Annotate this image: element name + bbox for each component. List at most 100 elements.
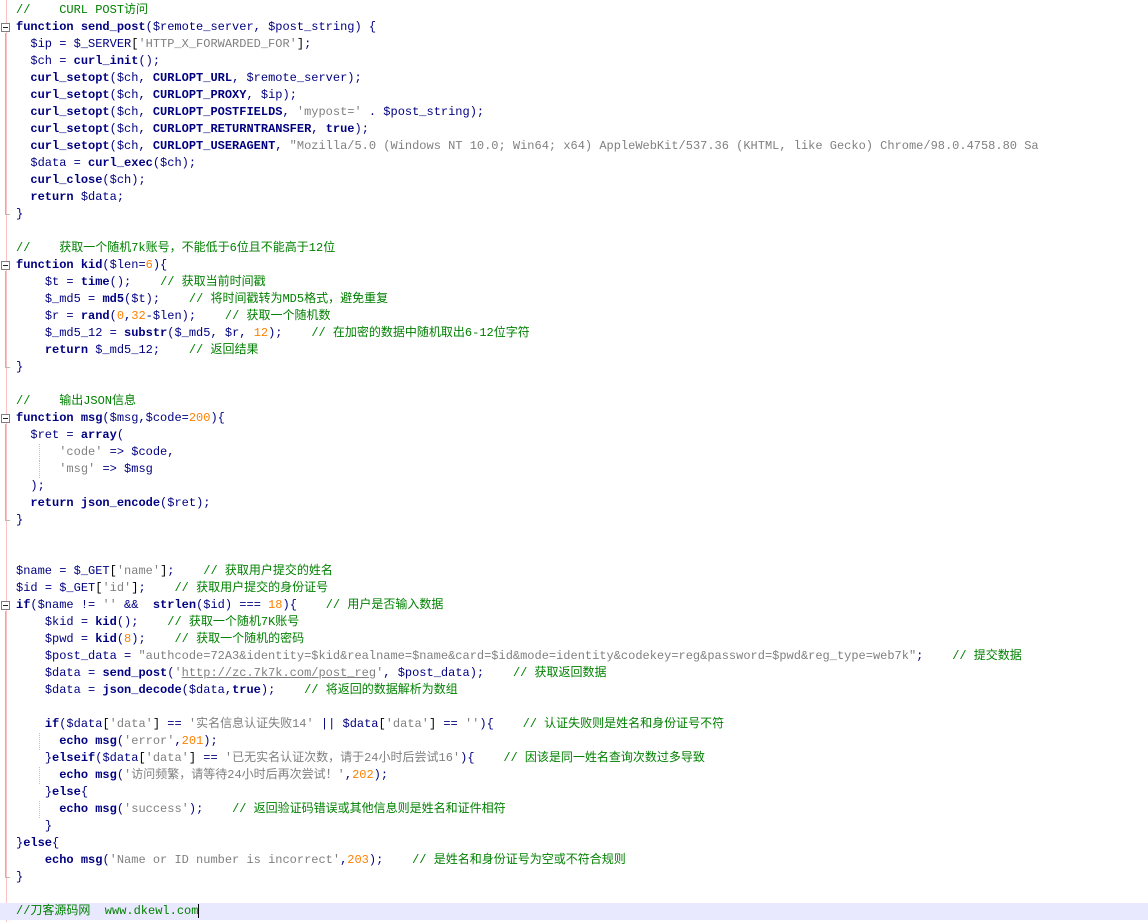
fold-toggle-icon[interactable] <box>1 601 10 610</box>
code-line[interactable]: echo msg('Name or ID number is incorrect… <box>16 852 1148 869</box>
code-line[interactable]: function msg($msg,$code=200){ <box>16 410 1148 427</box>
code-line[interactable]: ); <box>16 478 1148 495</box>
line-text: if($data['data'] == '实名信息认证失败14' || $dat… <box>44 717 725 731</box>
line-text: $ch = curl_init(); <box>30 54 161 68</box>
code-line[interactable]: $_md5 = md5($t); // 将时间戳转为MD5格式，避免重复 <box>16 291 1148 308</box>
code-line[interactable]: curl_setopt($ch, CURLOPT_POSTFIELDS, 'my… <box>16 104 1148 121</box>
code-line[interactable]: if($data['data'] == '实名信息认证失败14' || $dat… <box>16 716 1148 733</box>
fold-guide <box>5 271 6 367</box>
line-text: $_md5 = md5($t); // 将时间戳转为MD5格式，避免重复 <box>44 292 389 306</box>
line-text: $_md5_12 = substr($_md5, $r, 12); // 在加密… <box>44 326 530 340</box>
code-line[interactable]: $data = json_decode($data,true); // 将返回的… <box>16 682 1148 699</box>
comment-line[interactable]: //刀客源码网 www.dkewl.com <box>0 903 1148 920</box>
code-line[interactable]: $ch = curl_init(); <box>16 53 1148 70</box>
blank-line[interactable] <box>16 223 1148 240</box>
code-line[interactable]: echo msg('success'); // 返回验证码错误或其他信息则是姓名… <box>16 801 1148 818</box>
line-text: $name = $_GET['name']; // 获取用户提交的姓名 <box>16 564 333 578</box>
line-text: echo msg('访问频繁，请等待24小时后再次尝试！',202); <box>59 768 389 782</box>
line-text: } <box>44 819 53 833</box>
line-text: function kid($len=6){ <box>16 258 168 272</box>
code-line[interactable]: 'msg' => $msg <box>16 461 1148 478</box>
line-text: ); <box>30 479 45 493</box>
line-text: $t = time(); // 获取当前时间戳 <box>44 275 266 289</box>
code-line[interactable]: } <box>16 512 1148 529</box>
fold-guide <box>5 33 6 214</box>
line-text: echo msg('success'); // 返回验证码错误或其他信息则是姓名… <box>59 802 506 816</box>
indent-guide <box>39 444 40 461</box>
indent-guide <box>39 801 40 818</box>
code-line[interactable]: curl_close($ch); <box>16 172 1148 189</box>
line-text: $ip = $_SERVER['HTTP_X_FORWARDED_FOR']; <box>30 37 312 51</box>
code-line[interactable]: }else{ <box>16 835 1148 852</box>
code-line[interactable]: } <box>16 818 1148 835</box>
code-line[interactable]: $id = $_GET['id']; // 获取用户提交的身份证号 <box>16 580 1148 597</box>
line-text: $id = $_GET['id']; // 获取用户提交的身份证号 <box>16 581 329 595</box>
code-line[interactable]: function send_post($remote_server, $post… <box>16 19 1148 36</box>
code-editor[interactable]: // CURL POST访问 function send_post($remote… <box>0 0 1148 922</box>
code-line[interactable]: return json_encode($ret); <box>16 495 1148 512</box>
code-line[interactable]: } <box>16 869 1148 886</box>
code-line[interactable]: $_md5_12 = substr($_md5, $r, 12); // 在加密… <box>16 325 1148 342</box>
code-line[interactable]: $data = curl_exec($ch); <box>16 155 1148 172</box>
line-text: $data = send_post('http://zc.7k7k.com/po… <box>44 666 607 680</box>
code-line[interactable]: } <box>16 359 1148 376</box>
line-text: } <box>16 513 24 527</box>
line-text: $r = rand(0,32-$len); // 获取一个随机数 <box>44 309 331 323</box>
code-line[interactable]: echo msg('error',201); <box>16 733 1148 750</box>
code-area[interactable]: // CURL POST访问 function send_post($remote… <box>0 2 1148 920</box>
code-line[interactable]: $data = send_post('http://zc.7k7k.com/po… <box>16 665 1148 682</box>
code-line[interactable]: $ret = array( <box>16 427 1148 444</box>
line-text: $kid = kid(); // 获取一个随机7K账号 <box>44 615 300 629</box>
fold-guide <box>5 611 6 877</box>
code-line[interactable]: $post_data = "authcode=72A3&identity=$ki… <box>16 648 1148 665</box>
text-caret <box>198 903 200 918</box>
code-line[interactable]: $kid = kid(); // 获取一个随机7K账号 <box>16 614 1148 631</box>
code-line[interactable]: curl_setopt($ch, CURLOPT_PROXY, $ip); <box>16 87 1148 104</box>
blank-line[interactable] <box>16 546 1148 563</box>
code-line[interactable]: curl_setopt($ch, CURLOPT_RETURNTRANSFER,… <box>16 121 1148 138</box>
fold-gutter[interactable] <box>0 0 12 922</box>
comment-line[interactable]: // 获取一个随机7k账号，不能低于6位且不能高于12位 <box>16 240 1148 257</box>
fold-toggle-icon[interactable] <box>1 23 10 32</box>
comment-line[interactable]: // 输出JSON信息 <box>16 393 1148 410</box>
code-line[interactable]: $t = time(); // 获取当前时间戳 <box>16 274 1148 291</box>
line-text: if($name != '' && strlen($id) === 18){ /… <box>16 598 444 612</box>
line-text: function send_post($remote_server, $post… <box>16 20 377 34</box>
line-text: return $_md5_12; // 返回结果 <box>44 343 259 357</box>
fold-toggle-icon[interactable] <box>1 261 10 270</box>
line-text: curl_setopt($ch, CURLOPT_POSTFIELDS, 'my… <box>30 105 485 119</box>
blank-line[interactable] <box>16 886 1148 903</box>
code-line[interactable]: 'code' => $code, <box>16 444 1148 461</box>
code-line[interactable]: }elseif($data['data'] == '已无实名认证次数，请于24小… <box>16 750 1148 767</box>
code-line[interactable]: curl_setopt($ch, CURLOPT_URL, $remote_se… <box>16 70 1148 87</box>
code-line[interactable]: $ip = $_SERVER['HTTP_X_FORWARDED_FOR']; <box>16 36 1148 53</box>
code-line[interactable]: function kid($len=6){ <box>16 257 1148 274</box>
code-line[interactable]: return $_md5_12; // 返回结果 <box>16 342 1148 359</box>
code-line[interactable]: $name = $_GET['name']; // 获取用户提交的姓名 <box>16 563 1148 580</box>
code-line[interactable]: echo msg('访问频繁，请等待24小时后再次尝试！',202); <box>16 767 1148 784</box>
line-text: curl_setopt($ch, CURLOPT_RETURNTRANSFER,… <box>30 122 369 136</box>
code-line[interactable]: $r = rand(0,32-$len); // 获取一个随机数 <box>16 308 1148 325</box>
code-line[interactable]: if($name != '' && strlen($id) === 18){ /… <box>16 597 1148 614</box>
line-text: $pwd = kid(8); // 获取一个随机的密码 <box>44 632 305 646</box>
line-text: // 获取一个随机7k账号，不能低于6位且不能高于12位 <box>16 241 336 255</box>
line-text: curl_setopt($ch, CURLOPT_URL, $remote_se… <box>30 71 362 85</box>
line-text: } <box>16 360 24 374</box>
code-line[interactable]: curl_setopt($ch, CURLOPT_USERAGENT, "Moz… <box>16 138 1148 155</box>
code-line[interactable]: }else{ <box>16 784 1148 801</box>
line-text: $ret = array( <box>30 428 125 442</box>
blank-line[interactable] <box>16 529 1148 546</box>
line-text: $post_data = "authcode=72A3&identity=$ki… <box>44 649 1022 663</box>
indent-guide <box>39 733 40 750</box>
code-line[interactable]: return $data; <box>16 189 1148 206</box>
code-line[interactable]: $pwd = kid(8); // 获取一个随机的密码 <box>16 631 1148 648</box>
code-line[interactable]: } <box>16 206 1148 223</box>
fold-toggle-icon[interactable] <box>1 414 10 423</box>
line-text: curl_close($ch); <box>30 173 146 187</box>
comment-line[interactable]: // CURL POST访问 <box>16 2 1148 19</box>
fold-end-mark <box>5 877 10 878</box>
line-text: // 输出JSON信息 <box>16 394 137 408</box>
blank-line[interactable] <box>16 376 1148 393</box>
line-text: echo msg('Name or ID number is incorrect… <box>44 853 626 867</box>
blank-line[interactable] <box>16 699 1148 716</box>
